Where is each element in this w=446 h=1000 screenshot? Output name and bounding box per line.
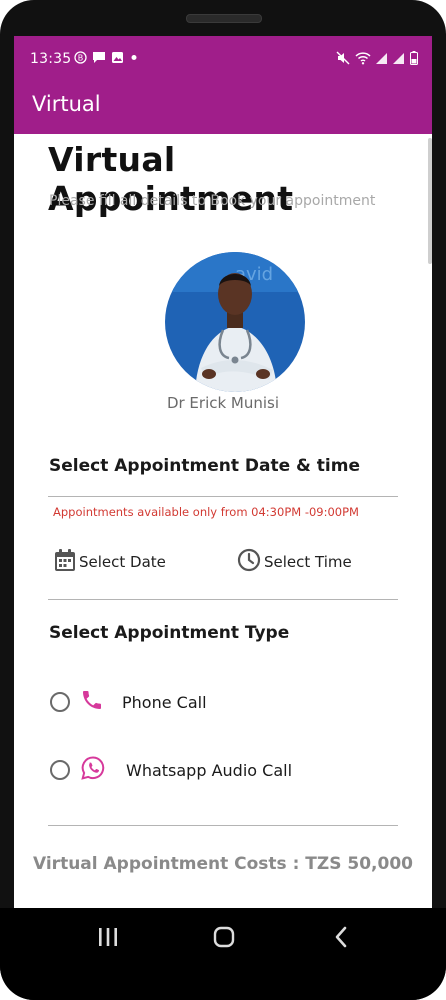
- option-phone-call[interactable]: Phone Call: [50, 688, 207, 716]
- wifi-icon: [355, 50, 371, 69]
- recents-icon[interactable]: [96, 926, 120, 952]
- status-notification-icons: B: [74, 49, 139, 68]
- select-time-label: Select Time: [264, 553, 352, 571]
- date-time-section-title: Select Appointment Date & time: [49, 456, 360, 476]
- battery-icon: [410, 50, 418, 69]
- doctor-name: Dr Erick Munisi: [166, 394, 280, 412]
- message-icon: [92, 49, 106, 68]
- whatsapp-audio-call-label: Whatsapp Audio Call: [126, 760, 293, 780]
- phone-frame: 13:35 B Virtual Virtual Appointment Plea…: [0, 0, 446, 1000]
- whatsapp-audio-call-radio[interactable]: [50, 760, 70, 780]
- whatsapp-icon: [80, 755, 106, 785]
- clock-icon: [237, 548, 261, 576]
- select-time-button[interactable]: Select Time: [237, 548, 352, 576]
- earpiece-speaker: [186, 14, 262, 23]
- dot-icon: [129, 49, 139, 68]
- phone-icon: [80, 688, 104, 716]
- home-icon[interactable]: [212, 926, 236, 952]
- option-whatsapp-audio-call[interactable]: Whatsapp Audio Call: [50, 755, 292, 785]
- appointment-type-section-title: Select Appointment Type: [49, 623, 290, 643]
- app-bar-title: Virtual: [32, 92, 101, 116]
- signal-icon: [393, 50, 405, 69]
- status-time: 13:35: [30, 51, 72, 67]
- appointment-cost: Virtual Appointment Costs : TZS 50,000: [33, 854, 413, 874]
- appointment-form[interactable]: Virtual Appointment Please fill all deta…: [14, 134, 432, 908]
- b-badge-icon: B: [74, 49, 87, 68]
- page-subtitle: Please fill all details to Book your app…: [49, 193, 376, 209]
- divider: [48, 599, 398, 600]
- mute-icon: [336, 50, 350, 69]
- back-icon[interactable]: [330, 926, 354, 952]
- signal-icon: [376, 50, 388, 69]
- calendar-icon: [54, 548, 76, 576]
- phone-call-radio[interactable]: [50, 692, 70, 712]
- phone-call-label: Phone Call: [122, 692, 207, 712]
- image-icon: [111, 49, 124, 68]
- divider: [48, 496, 398, 497]
- system-nav-bar: [0, 908, 446, 1000]
- app-screen: 13:35 B Virtual Virtual Appointment Plea…: [14, 36, 432, 908]
- svg-text:B: B: [78, 54, 84, 63]
- availability-notice: Appointments available only from 04:30PM…: [53, 505, 359, 519]
- status-bar: 13:35 B: [14, 36, 432, 82]
- select-date-label: Select Date: [79, 553, 166, 571]
- doctor-avatar: avid: [165, 252, 305, 392]
- scrollbar[interactable]: [428, 138, 432, 264]
- divider: [48, 825, 398, 826]
- app-bar: Virtual: [14, 82, 432, 134]
- select-date-button[interactable]: Select Date: [54, 548, 166, 576]
- status-system-icons: [336, 50, 418, 69]
